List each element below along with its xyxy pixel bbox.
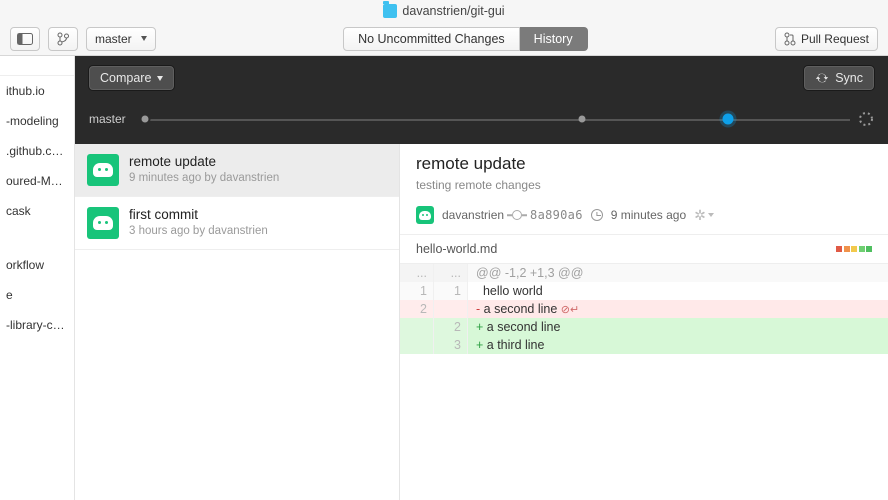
- diff-line: ......@@ -1,2 +1,3 @@: [400, 264, 888, 282]
- author-avatar: [87, 207, 119, 239]
- compare-button[interactable]: Compare: [89, 66, 174, 90]
- repo-sidebar-item[interactable]: orkflow: [0, 250, 74, 280]
- repo-sidebar-item: [0, 226, 74, 250]
- commit-item-subtitle: 9 minutes ago by davanstrien: [129, 172, 279, 184]
- folder-icon: [383, 4, 397, 18]
- branch-select[interactable]: master: [86, 27, 156, 51]
- clock-icon: [591, 209, 603, 221]
- timeline-node[interactable]: [579, 116, 586, 123]
- view-tabs: No Uncommitted Changes History: [343, 27, 588, 51]
- commit-timeline[interactable]: [145, 113, 874, 125]
- repo-sidebar-item[interactable]: .github.c…: [0, 136, 74, 166]
- commit-summary: testing remote changes: [416, 178, 872, 192]
- timeline-branch-label: master: [89, 112, 133, 126]
- diff-stat-indicator: [836, 246, 872, 252]
- repo-sidebar-item[interactable]: cask: [0, 196, 74, 226]
- repo-sidebar[interactable]: ithub.io-modeling.github.c…oured-M…cask o…: [0, 56, 75, 500]
- commit-title: remote update: [416, 154, 872, 174]
- diff-file-name: hello-world.md: [416, 242, 497, 256]
- diff-line: 3+ a third line: [400, 336, 888, 354]
- commit-item-title: first commit: [129, 207, 268, 222]
- caret-down-icon: [708, 213, 714, 217]
- commit-item-subtitle: 3 hours ago by davanstrien: [129, 225, 268, 237]
- pull-request-label: Pull Request: [801, 32, 869, 46]
- chevron-down-icon: [141, 36, 147, 41]
- commit-time: 9 minutes ago: [611, 208, 686, 222]
- branch-icon: [57, 32, 69, 46]
- commit-sha: 8a890a6: [530, 208, 583, 222]
- sync-icon: [815, 71, 829, 85]
- diff-line: 2+ a second line: [400, 318, 888, 336]
- commit-author: davanstrien: [442, 208, 504, 222]
- repo-path: davanstrien/git-gui: [402, 4, 504, 18]
- commit-detail: remote update testing remote changes dav…: [400, 144, 888, 500]
- commit-list-item[interactable]: remote update 9 minutes ago by davanstrie…: [75, 144, 399, 197]
- diff-file-header[interactable]: hello-world.md: [400, 234, 888, 264]
- sync-button[interactable]: Sync: [804, 66, 874, 90]
- timeline-node-oldest[interactable]: [142, 116, 149, 123]
- caret-down-icon: [157, 76, 163, 81]
- tab-history[interactable]: History: [520, 27, 588, 51]
- timeline-node-current[interactable]: [723, 114, 734, 125]
- author-avatar: [416, 206, 434, 224]
- commit-item-title: remote update: [129, 154, 279, 169]
- branch-select-label: master: [95, 32, 132, 46]
- diff-view: ......@@ -1,2 +1,3 @@11 hello world2- a …: [400, 264, 888, 354]
- pull-request-icon: [784, 32, 796, 46]
- compare-panel: Compare Sync master: [75, 56, 888, 144]
- commit-list-item[interactable]: first commit 3 hours ago by davanstrien: [75, 197, 399, 250]
- commit-node-icon: [512, 210, 522, 220]
- repo-sidebar-item[interactable]: -modeling: [0, 106, 74, 136]
- diff-line: 2- a second line ⊘↵: [400, 300, 888, 318]
- author-avatar: [87, 154, 119, 186]
- toolbar: master No Uncommitted Changes History Pu…: [0, 22, 888, 56]
- timeline-head-icon: [858, 111, 874, 127]
- repo-sidebar-item[interactable]: -library-c…: [0, 310, 74, 340]
- pull-request-button[interactable]: Pull Request: [775, 27, 878, 51]
- commit-list[interactable]: remote update 9 minutes ago by davanstrie…: [75, 144, 400, 500]
- repo-sidebar-item[interactable]: oured-M…: [0, 166, 74, 196]
- tab-changes[interactable]: No Uncommitted Changes: [343, 27, 520, 51]
- window-titlebar: davanstrien/git-gui: [0, 0, 888, 22]
- repo-sidebar-item[interactable]: e: [0, 280, 74, 310]
- diff-line: 11 hello world: [400, 282, 888, 300]
- commit-actions-menu[interactable]: ✲: [694, 207, 714, 224]
- branch-button[interactable]: [48, 27, 78, 51]
- sidebar-toggle-button[interactable]: [10, 27, 40, 51]
- repo-sidebar-item[interactable]: ithub.io: [0, 76, 74, 106]
